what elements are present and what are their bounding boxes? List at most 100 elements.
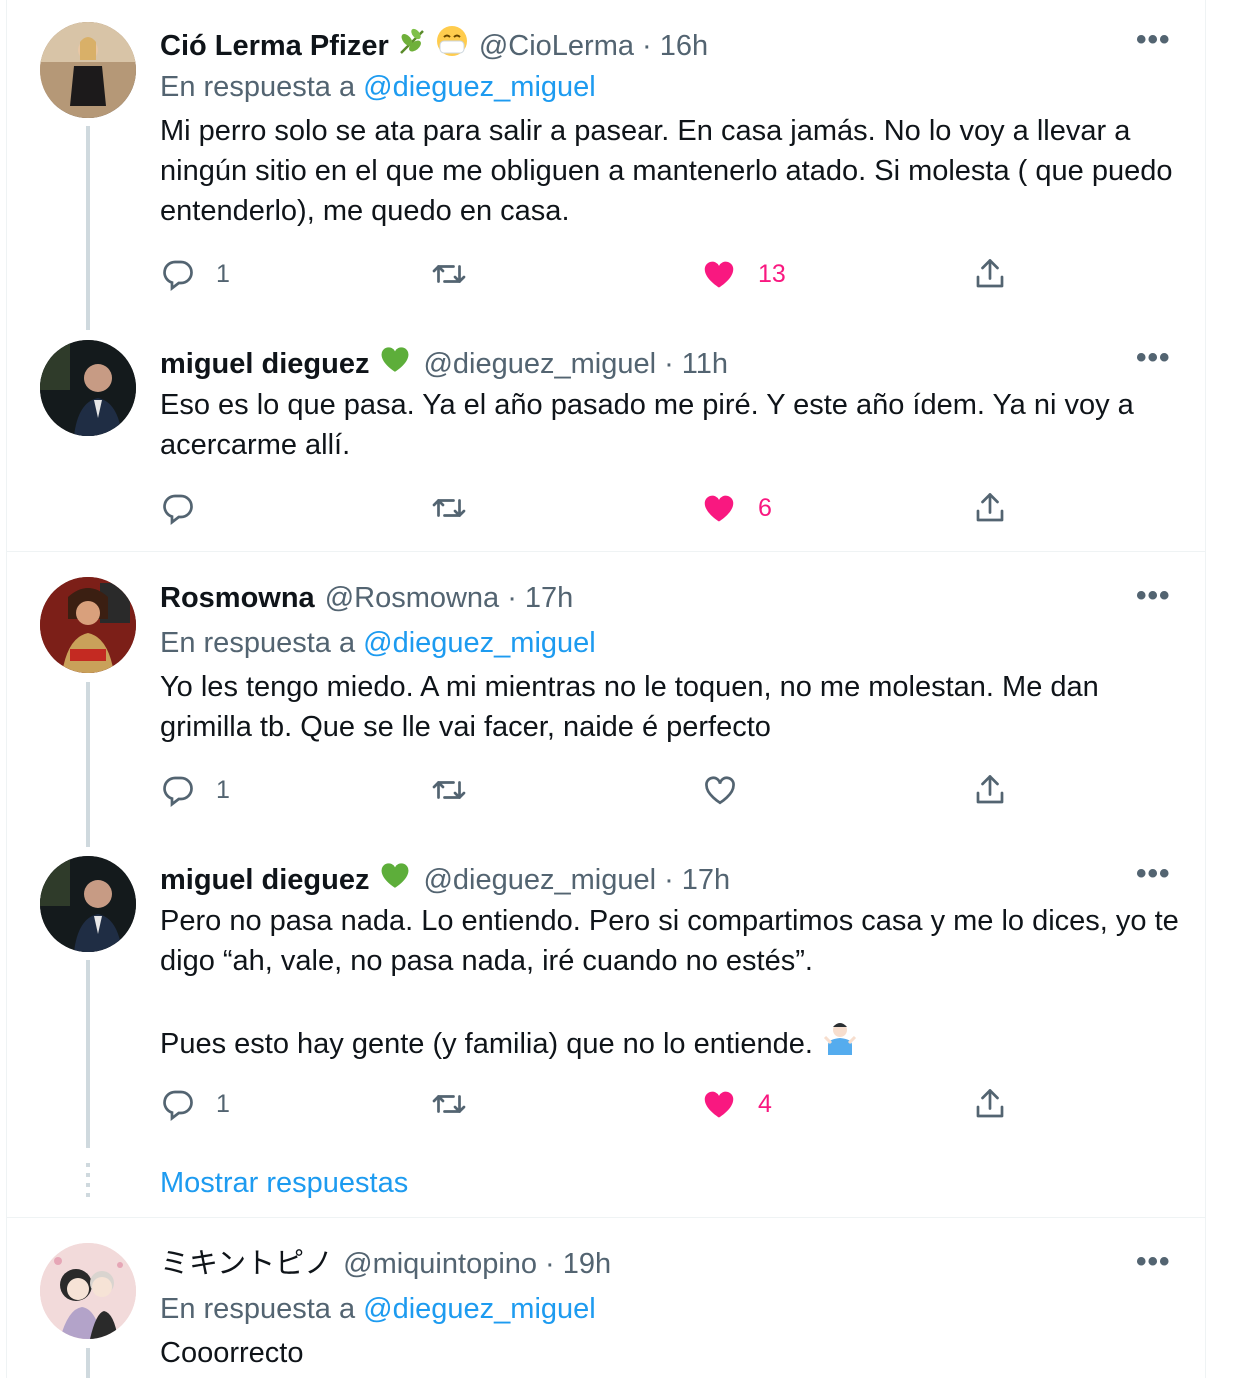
retweet-icon: [430, 772, 468, 808]
author-handle[interactable]: @dieguez_miguel: [423, 862, 656, 898]
tweet-time[interactable]: · 17h: [664, 862, 730, 898]
mention-link[interactable]: @dieguez_miguel: [363, 71, 596, 103]
avatar-photo-icon: [40, 340, 136, 436]
reply-button[interactable]: [160, 490, 196, 526]
tweet-header: Rosmowna @Rosmowna · 17h: [160, 580, 573, 616]
tweet-text: Pero no pasa nada. Lo entiendo. Pero si …: [160, 901, 1180, 1066]
retweet-button[interactable]: [430, 772, 468, 808]
share-icon: [972, 490, 1008, 526]
share-icon: [972, 772, 1008, 808]
tweet-time[interactable]: · 11h: [664, 346, 728, 382]
more-options-icon[interactable]: •••: [1136, 25, 1171, 55]
more-options-icon[interactable]: •••: [1136, 859, 1171, 889]
retweet-icon: [430, 256, 468, 292]
tweet-text: Eso es lo que pasa. Ya el año pasado me …: [160, 389, 1134, 461]
more-options-icon[interactable]: •••: [1136, 343, 1171, 373]
author-handle[interactable]: @miquintopino: [343, 1246, 537, 1282]
tweet-header: Ció Lerma Pfizer @CioLerma · 16h: [160, 24, 708, 67]
share-icon: [972, 256, 1008, 292]
author-name[interactable]: Rosmowna: [160, 580, 315, 616]
author-name[interactable]: miguel dieguez: [160, 862, 369, 898]
reply-icon: [160, 256, 196, 292]
share-icon: [972, 1086, 1008, 1122]
person-shrugging-emoji-icon: [823, 1021, 857, 1066]
author-handle[interactable]: @Rosmowna: [325, 580, 500, 616]
avatar[interactable]: [40, 340, 136, 436]
author-name[interactable]: ミキントピノ: [160, 1246, 333, 1282]
share-button[interactable]: [972, 256, 1008, 292]
herb-emoji-icon: [397, 26, 427, 65]
retweet-button[interactable]: [430, 256, 468, 292]
retweet-button[interactable]: [430, 490, 468, 526]
thread-line: [86, 682, 90, 847]
reply-button[interactable]: 1: [160, 256, 230, 292]
share-button[interactable]: [972, 772, 1008, 808]
avatar[interactable]: [40, 1243, 136, 1339]
mask-emoji-icon: [435, 24, 469, 67]
thread-divider: [6, 551, 1205, 552]
heart-icon: [700, 490, 738, 526]
avatar[interactable]: [40, 856, 136, 952]
tweet-text: Mi perro solo se ata para salir a pasear…: [160, 115, 1173, 227]
mention-link[interactable]: @dieguez_miguel: [363, 1293, 596, 1325]
tweet-time[interactable]: · 19h: [545, 1246, 611, 1282]
tweet-text: Yo les tengo miedo. A mi mientras no le …: [160, 671, 1099, 743]
tweet-time[interactable]: · 17h: [507, 580, 573, 616]
reply-count: 1: [216, 1089, 230, 1118]
thread-line: [86, 126, 90, 330]
more-options-icon[interactable]: •••: [1136, 581, 1171, 611]
heart-icon: [702, 772, 738, 808]
reply-context: En respuesta a @dieguez_miguel: [160, 1291, 596, 1327]
reply-icon: [160, 772, 196, 808]
like-count: 13: [758, 259, 786, 288]
tweet-text-paragraph: Pues esto hay gente (y familia) que no l…: [160, 1027, 813, 1060]
heart-icon: [700, 256, 738, 292]
reply-button[interactable]: 1: [160, 1086, 230, 1122]
avatar-photo-icon: [40, 22, 136, 118]
author-name[interactable]: Ció Lerma Pfizer: [160, 28, 389, 64]
reply-prefix: En respuesta a: [160, 627, 356, 659]
tweet-text-paragraph: Pero no pasa nada. Lo entiendo. Pero si …: [160, 905, 1179, 977]
like-count: 4: [758, 1089, 772, 1118]
tweet-header: miguel dieguez @dieguez_miguel · 11h: [160, 342, 728, 385]
retweet-icon: [430, 490, 468, 526]
reply-icon: [160, 490, 196, 526]
author-handle[interactable]: @dieguez_miguel: [423, 346, 656, 382]
tweet-time[interactable]: · 16h: [642, 28, 708, 64]
thread-divider: [6, 1217, 1205, 1218]
author-handle[interactable]: @CioLerma: [479, 28, 634, 64]
like-button[interactable]: 4: [700, 1086, 772, 1122]
reply-count: 1: [216, 259, 230, 288]
author-name[interactable]: miguel dieguez: [160, 346, 369, 382]
reply-button[interactable]: 1: [160, 772, 230, 808]
like-button[interactable]: 6: [700, 490, 772, 526]
retweet-button[interactable]: [430, 1086, 468, 1122]
like-button[interactable]: [702, 772, 738, 808]
mention-link[interactable]: @dieguez_miguel: [363, 627, 596, 659]
tweet-text: Cooorrecto: [160, 1337, 304, 1369]
reply-context: En respuesta a @dieguez_miguel: [160, 625, 596, 661]
reply-context: En respuesta a @dieguez_miguel: [160, 69, 596, 105]
thread-line: [86, 960, 90, 1148]
avatar-illustration-icon: [40, 1243, 136, 1339]
show-replies-link[interactable]: Mostrar respuestas: [160, 1165, 408, 1201]
share-button[interactable]: [972, 490, 1008, 526]
tweet-header: ミキントピノ @miquintopino · 19h: [160, 1246, 611, 1282]
reply-count: 1: [216, 775, 230, 804]
reply-prefix: En respuesta a: [160, 71, 356, 103]
reply-icon: [160, 1086, 196, 1122]
share-button[interactable]: [972, 1086, 1008, 1122]
like-button[interactable]: 13: [700, 256, 786, 292]
green-heart-icon: [377, 858, 413, 901]
thread-dotted-line: [86, 1163, 90, 1199]
heart-icon: [700, 1086, 738, 1122]
avatar-photo-icon: [40, 856, 136, 952]
more-options-icon[interactable]: •••: [1136, 1247, 1171, 1277]
avatar-photo-icon: [40, 577, 136, 673]
green-heart-icon: [377, 342, 413, 385]
thread-line: [86, 1348, 90, 1378]
avatar[interactable]: [40, 577, 136, 673]
like-count: 6: [758, 493, 772, 522]
avatar[interactable]: [40, 22, 136, 118]
retweet-icon: [430, 1086, 468, 1122]
